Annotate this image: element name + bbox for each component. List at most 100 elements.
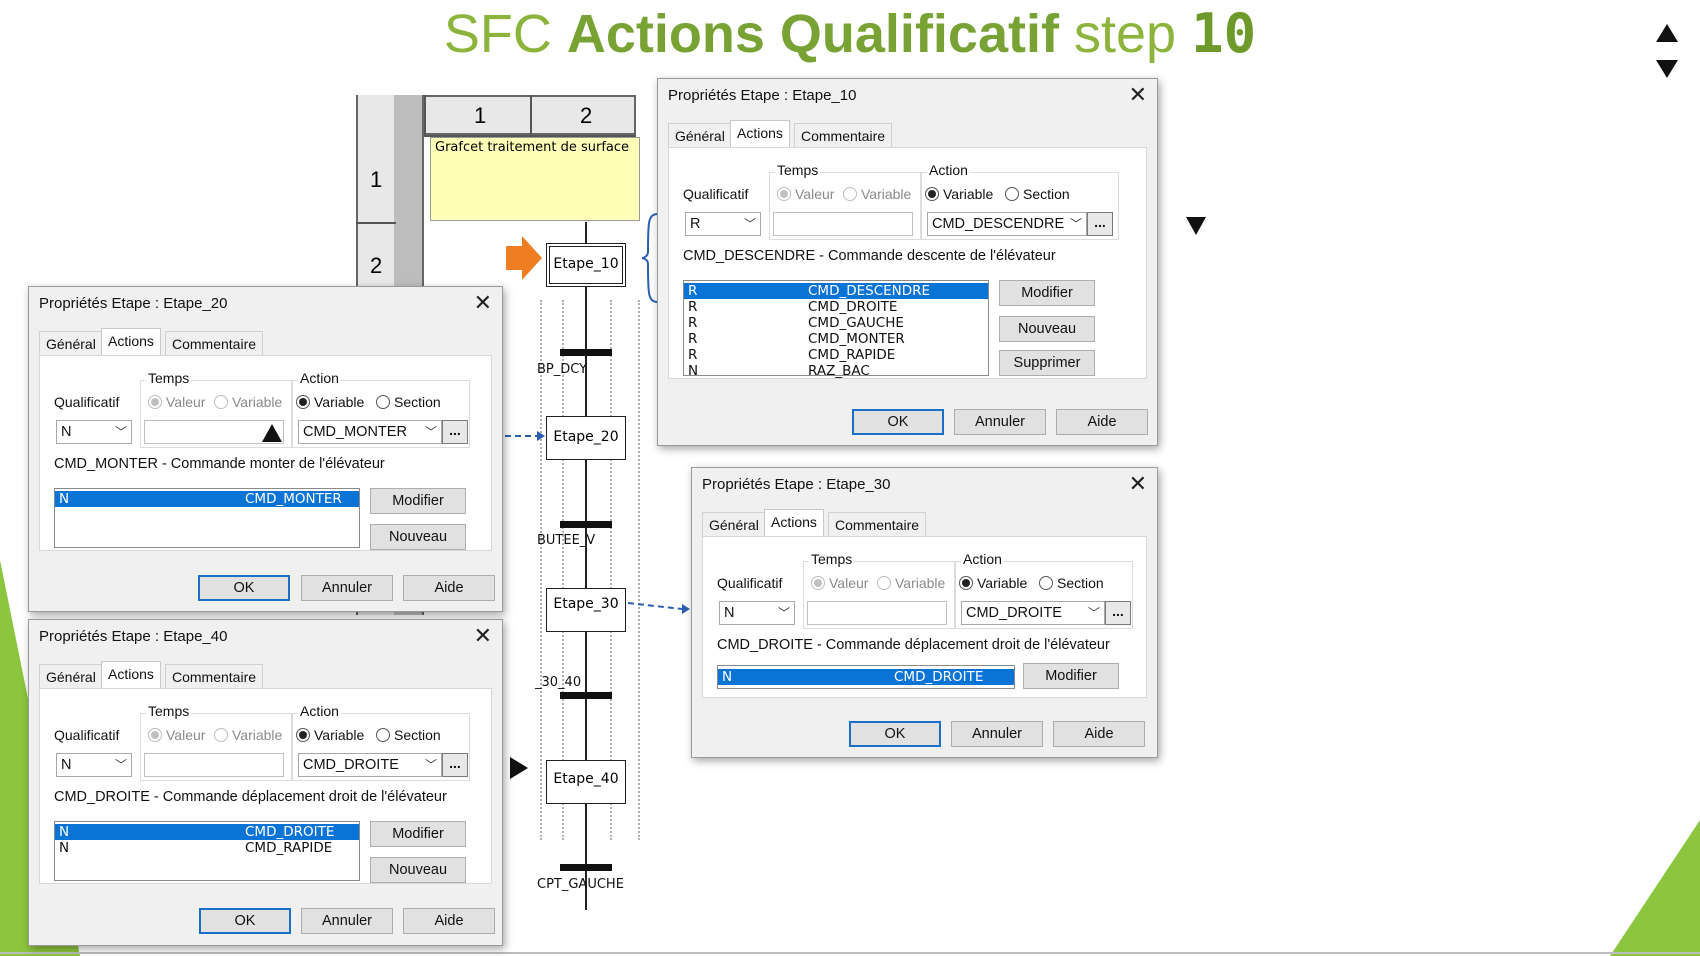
qualificatif-label: Qualificatif (683, 186, 749, 202)
tab-commentaire[interactable]: Commentaire (165, 331, 264, 356)
ok-button[interactable]: OK (849, 721, 941, 747)
slide-title: SFC Actions Qualificatif step 10 (443, 2, 1257, 65)
dialog-etape-40: Propriétés Etape : Etape_40 ✕ Général Ac… (28, 619, 503, 946)
list-item[interactable]: R CMD_RAPIDE (684, 347, 988, 363)
browse-button[interactable]: ... (1087, 212, 1113, 236)
ok-button[interactable]: OK (852, 409, 944, 435)
nav-up-icon[interactable] (1656, 24, 1678, 42)
tab-general[interactable]: Général (702, 512, 766, 537)
grafcet-comment[interactable]: Grafcet traitement de surface (430, 137, 640, 221)
transition-bar-1[interactable] (560, 349, 612, 356)
step-etape-40[interactable]: Etape_40 (546, 760, 626, 804)
list-item[interactable]: N CMD_DROITE (55, 824, 359, 840)
valeur-radio: Valeur (148, 394, 205, 410)
transition-bar-2[interactable] (560, 521, 612, 528)
close-icon[interactable]: ✕ (1129, 82, 1147, 108)
browse-button[interactable]: ... (442, 420, 468, 444)
qualificatif-select[interactable]: N ﹀ (56, 420, 132, 444)
qualificatif-select[interactable]: N ﹀ (719, 601, 795, 625)
nouveau-button[interactable]: Nouveau (370, 857, 466, 883)
list-item[interactable]: R CMD_DROITE (684, 299, 988, 315)
tab-actions[interactable]: Actions (101, 328, 161, 356)
close-icon[interactable]: ✕ (474, 290, 492, 316)
aide-button[interactable]: Aide (403, 908, 495, 934)
modifier-button[interactable]: Modifier (370, 821, 466, 847)
variable-action-radio[interactable]: Variable (959, 575, 1027, 591)
modifier-button[interactable]: Modifier (1023, 663, 1119, 689)
current-step-arrow-icon (506, 236, 542, 280)
list-item[interactable]: N CMD_DROITE (718, 669, 1014, 685)
action-variable-select[interactable]: CMD_DROITE ﹀ (298, 753, 442, 777)
section-radio[interactable]: Section (376, 727, 441, 743)
annuler-button[interactable]: Annuler (301, 575, 393, 601)
col-header-2: 2 (580, 103, 593, 128)
tab-actions[interactable]: Actions (730, 120, 790, 148)
tab-actions[interactable]: Actions (101, 661, 161, 689)
action-variable-select[interactable]: CMD_DROITE ﹀ (961, 601, 1105, 625)
temps-label: Temps (146, 370, 192, 386)
action-description: CMD_MONTER - Commande monter de l'élévat… (54, 456, 385, 472)
step-etape-10[interactable]: Etape_10 (546, 243, 626, 287)
transition-label-3: _30_40 (535, 675, 582, 690)
browse-button[interactable]: ... (1105, 601, 1131, 625)
section-radio[interactable]: Section (376, 394, 441, 410)
supprimer-button[interactable]: Supprimer (999, 350, 1095, 376)
tab-general[interactable]: Général (39, 664, 103, 689)
nouveau-button[interactable]: Nouveau (999, 316, 1095, 342)
connector-20-icon (505, 431, 545, 441)
tab-general[interactable]: Général (668, 123, 732, 148)
actions-list[interactable]: N CMD_MONTER (54, 488, 360, 548)
col-header-1: 1 (474, 103, 487, 128)
actions-list[interactable]: N CMD_DROITE (717, 665, 1015, 689)
list-item[interactable]: N RAZ_BAC (684, 363, 988, 379)
temps-label: Temps (146, 703, 192, 719)
modifier-button[interactable]: Modifier (999, 280, 1095, 306)
actions-list[interactable]: R CMD_DESCENDRE R CMD_DROITE R CMD_GAUCHE R… (683, 280, 989, 379)
close-icon[interactable]: ✕ (1129, 471, 1147, 497)
list-item[interactable]: N CMD_MONTER (55, 491, 359, 507)
action-variable-select[interactable]: CMD_DESCENDRE ﹀ (927, 212, 1087, 236)
ok-button[interactable]: OK (198, 575, 290, 601)
qualificatif-label: Qualificatif (54, 394, 120, 410)
tab-commentaire[interactable]: Commentaire (165, 664, 264, 689)
temps-input (144, 753, 284, 777)
tab-general[interactable]: Général (39, 331, 103, 356)
ok-button[interactable]: OK (199, 908, 291, 934)
qualificatif-select[interactable]: R ﹀ (685, 212, 761, 236)
aide-button[interactable]: Aide (1056, 409, 1148, 435)
aide-button[interactable]: Aide (403, 575, 495, 601)
section-radio[interactable]: Section (1039, 575, 1104, 591)
annuler-button[interactable]: Annuler (301, 908, 393, 934)
tab-commentaire[interactable]: Commentaire (794, 123, 893, 148)
valeur-radio: Valeur (777, 186, 834, 202)
modifier-button[interactable]: Modifier (370, 488, 466, 514)
transition-bar-3[interactable] (560, 692, 612, 699)
list-item[interactable]: R CMD_DESCENDRE (684, 283, 988, 299)
browse-button[interactable]: ... (442, 753, 468, 777)
section-radio[interactable]: Section (1005, 186, 1070, 202)
list-item[interactable]: N CMD_RAPIDE (55, 840, 359, 856)
valeur-radio: Valeur (148, 727, 205, 743)
annuler-button[interactable]: Annuler (951, 721, 1043, 747)
variable-action-radio[interactable]: Variable (925, 186, 993, 202)
tab-commentaire[interactable]: Commentaire (828, 512, 927, 537)
nav-down-icon[interactable] (1656, 60, 1678, 78)
list-item[interactable]: R CMD_GAUCHE (684, 315, 988, 331)
step-etape-20[interactable]: Etape_20 (546, 416, 626, 460)
dialog-title: Propriétés Etape : Etape_30 (702, 476, 891, 493)
variable-action-radio[interactable]: Variable (296, 727, 364, 743)
aide-button[interactable]: Aide (1053, 721, 1145, 747)
qualificatif-select[interactable]: N ﹀ (56, 753, 132, 777)
row-header-1: 1 (370, 167, 383, 192)
actions-list[interactable]: N CMD_DROITE N CMD_RAPIDE (54, 821, 360, 881)
temps-input (773, 212, 913, 236)
tab-actions[interactable]: Actions (764, 509, 824, 537)
action-variable-select[interactable]: CMD_MONTER ﹀ (298, 420, 442, 444)
annuler-button[interactable]: Annuler (954, 409, 1046, 435)
transition-bar-4[interactable] (560, 864, 612, 871)
list-item[interactable]: R CMD_MONTER (684, 331, 988, 347)
variable-action-radio[interactable]: Variable (296, 394, 364, 410)
close-icon[interactable]: ✕ (474, 623, 492, 649)
step-etape-30[interactable]: Etape_30 (546, 588, 626, 632)
nouveau-button[interactable]: Nouveau (370, 524, 466, 550)
